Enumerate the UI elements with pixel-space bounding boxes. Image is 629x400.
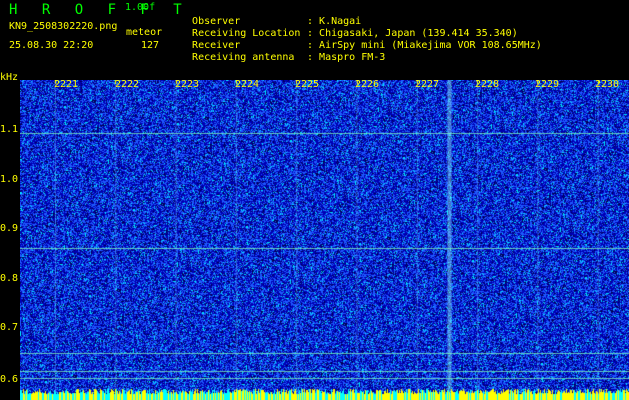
x-tick-label: 2224 — [235, 79, 260, 90]
x-tick-label: 2225 — [295, 79, 320, 90]
count-label: 127 — [141, 40, 160, 51]
y-tick-label: 0.6 — [0, 374, 19, 385]
x-tick-label: 2221 — [54, 79, 79, 90]
info-value: Maspro FM-3 — [319, 52, 386, 63]
filename-label: KN9_2508302220.png — [9, 21, 118, 32]
info-label: Receiving antenna — [192, 52, 295, 63]
x-tick-label: 2230 — [595, 79, 620, 90]
x-tick-label: 2228 — [475, 79, 500, 90]
y-tick-label: 0.9 — [0, 223, 19, 234]
y-tick-label: 0.7 — [0, 322, 19, 333]
x-tick-label: 2227 — [415, 79, 440, 90]
spectrogram-panel — [20, 80, 629, 400]
y-tick-label: 0.8 — [0, 273, 19, 284]
y-tick-label: 1.1 — [0, 124, 19, 135]
y-tick-label: 1.0 — [0, 174, 19, 185]
x-tick-label: 2229 — [535, 79, 560, 90]
detector-label: meteor — [126, 27, 163, 38]
info-colon: : — [307, 52, 314, 63]
x-tick-label: 2223 — [175, 79, 200, 90]
info-row-antenna: Receiving antenna: Maspro FM-3 — [180, 40, 385, 64]
version-label: 1.00f — [125, 2, 156, 13]
x-tick-label: 2222 — [115, 79, 140, 90]
y-axis-unit: kHz — [0, 72, 19, 83]
app-title: H R O F F T — [9, 2, 190, 18]
datetime-label: 25.08.30 22:20 — [9, 40, 94, 51]
spectrogram-canvas — [20, 80, 629, 400]
x-tick-label: 2226 — [355, 79, 380, 90]
